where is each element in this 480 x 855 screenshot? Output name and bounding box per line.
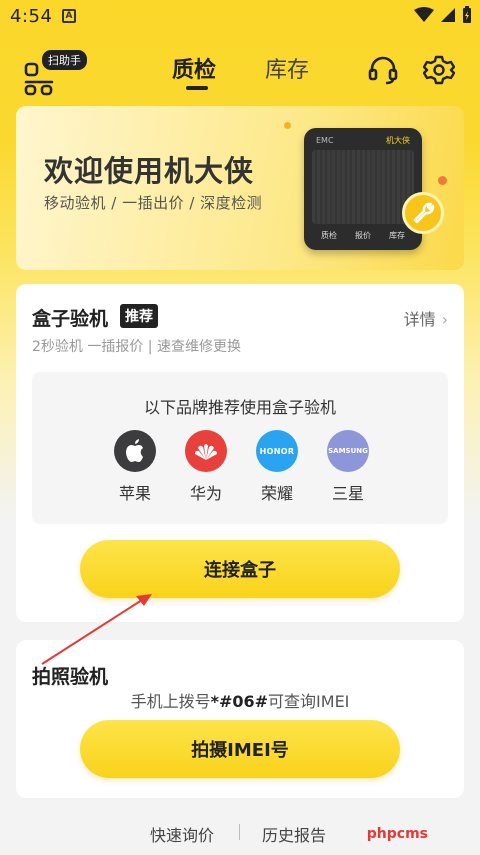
box-card-subtitle: 2秒验机 一插报价 | 速查维修更换 — [32, 339, 241, 355]
brand-honor: HONOR 荣耀 — [254, 430, 300, 504]
banner-title: 欢迎使用机大侠 — [44, 154, 255, 188]
headset-icon[interactable] — [367, 54, 399, 86]
photo-inspection-card: 拍照验机 手机上拨号*#06#可查询IMEI 拍摄IMEI号 — [16, 640, 464, 798]
recommend-badge: 推荐 — [120, 304, 158, 328]
samsung-logo-icon: SAMSUNG — [327, 430, 369, 472]
footer-links: 快速询价 历史报告 phpcms — [0, 818, 480, 848]
scan-assistant-button[interactable]: 扫助手 — [20, 50, 87, 98]
tab-inventory[interactable]: 库存 — [265, 52, 309, 84]
photo-card-title: 拍照验机 — [32, 666, 109, 688]
device-button-label: 报价 — [355, 230, 371, 240]
status-bar: 4:54 A — [0, 0, 480, 34]
top-header: 扫助手 质检 库存 — [0, 40, 480, 100]
watermark: phpcms — [366, 826, 428, 842]
imei-dial-code: *#06# — [210, 692, 269, 711]
device-speaker-grill — [312, 150, 414, 224]
wrench-icon — [402, 192, 444, 234]
inspection-box-image: EMC 机大侠 质检 报价 库存 — [304, 128, 422, 250]
quick-quote-link[interactable]: 快速询价 — [150, 822, 214, 846]
decor-dot — [284, 122, 291, 129]
chevron-right-icon: › — [441, 310, 448, 329]
box-card-title: 盒子验机 — [32, 308, 109, 330]
welcome-banner[interactable]: 欢迎使用机大侠 移动验机 / 一插出价 / 深度检测 EMC 机大侠 质检 报价… — [16, 106, 464, 270]
active-tab-indicator — [186, 86, 208, 90]
gear-icon[interactable] — [423, 54, 455, 86]
imei-hint-prefix: 手机上拨号 — [130, 692, 211, 711]
signal-icon — [441, 8, 455, 22]
history-report-link[interactable]: 历史报告 — [262, 822, 326, 846]
connect-box-button[interactable]: 连接盒子 — [80, 540, 400, 598]
footer-divider — [239, 824, 240, 840]
brand-samsung: SAMSUNG 三星 — [325, 430, 371, 504]
brand-name: 华为 — [189, 484, 222, 503]
tab-quality-check[interactable]: 质检 — [172, 52, 216, 84]
battery-icon — [463, 6, 471, 23]
device-button-label: 质检 — [321, 230, 337, 240]
imei-hint-suffix: 可查询IMEI — [268, 692, 350, 711]
imei-hint: 手机上拨号*#06#可查询IMEI — [16, 688, 464, 712]
details-label: 详情 — [403, 310, 436, 329]
banner-subtitle: 移动验机 / 一插出价 / 深度检测 — [44, 194, 263, 212]
brand-heading: 以下品牌推荐使用盒子验机 — [143, 398, 336, 417]
brand-name: 苹果 — [118, 484, 151, 503]
device-buttons: 质检 报价 库存 — [312, 226, 414, 244]
samsung-logo-text: SAMSUNG — [328, 447, 368, 455]
details-link[interactable]: 详情 › — [404, 306, 448, 330]
honor-logo-icon: HONOR — [256, 430, 298, 472]
decor-dot — [438, 176, 447, 185]
brand-name: 荣耀 — [260, 484, 293, 503]
device-button-label: 库存 — [389, 230, 405, 240]
honor-logo-text: HONOR — [259, 446, 295, 456]
box-inspection-card: 盒子验机 推荐 详情 › 2秒验机 一插报价 | 速查维修更换 以下品牌推荐使用盒… — [16, 284, 464, 622]
apple-logo-icon — [114, 430, 156, 472]
device-brand: 机大侠 — [386, 136, 410, 145]
wifi-icon — [414, 7, 434, 22]
status-indicators — [414, 6, 472, 24]
huawei-logo-icon — [185, 430, 227, 472]
brand-name: 三星 — [331, 484, 364, 503]
device-tag: EMC — [316, 136, 334, 145]
notification-icon: A — [62, 9, 76, 23]
capture-imei-button[interactable]: 拍摄IMEI号 — [80, 720, 400, 778]
brand-apple: 苹果 — [112, 430, 158, 504]
brand-panel: 以下品牌推荐使用盒子验机 苹果 华为 HONOR 荣耀 SAMSUNG 三星 — [32, 372, 448, 524]
scan-assistant-badge: 扫助手 — [42, 50, 87, 70]
brand-huawei: 华为 — [183, 430, 229, 504]
status-time: 4:54 — [10, 6, 53, 27]
